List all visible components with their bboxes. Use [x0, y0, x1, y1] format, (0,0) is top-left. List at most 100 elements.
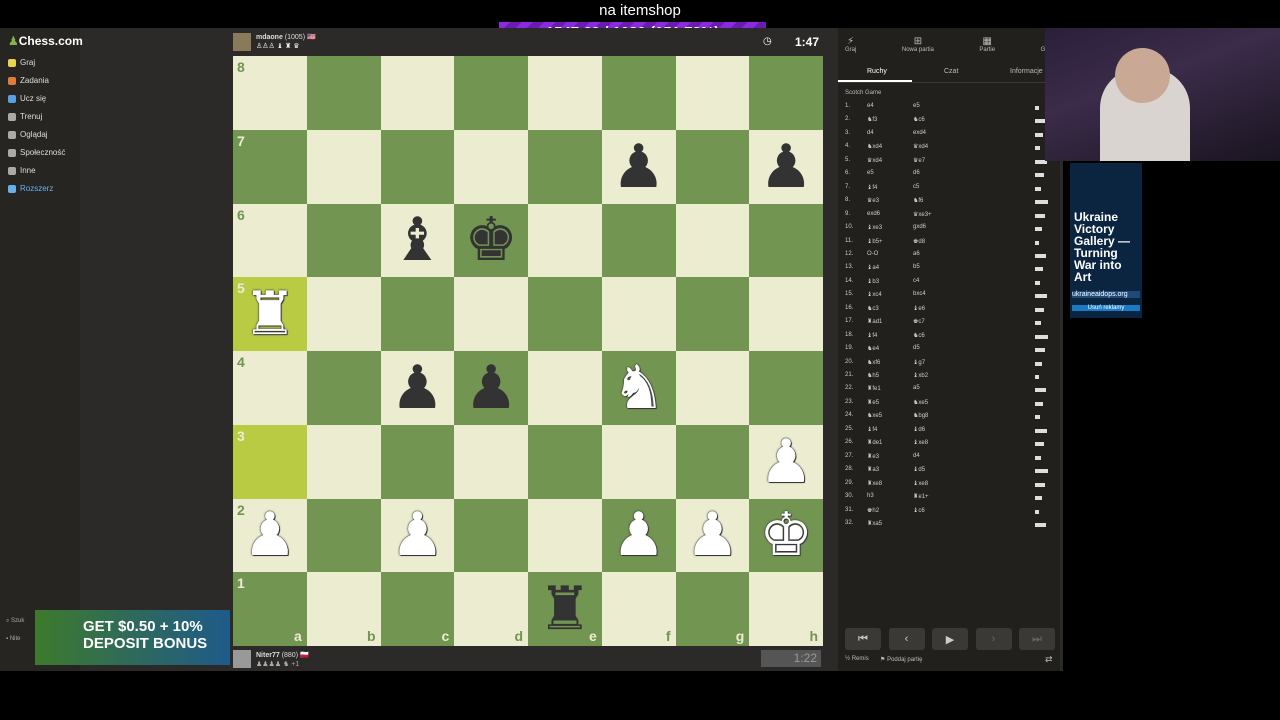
white-move[interactable]: e4: [867, 103, 913, 116]
square-g8[interactable]: [675, 56, 750, 130]
square-b8[interactable]: [306, 56, 381, 130]
square-f3[interactable]: [601, 424, 676, 499]
chess-logo[interactable]: ♟Chess.com: [8, 34, 83, 48]
white-move[interactable]: ♜de1: [867, 439, 913, 452]
square-g5[interactable]: [675, 277, 750, 351]
square-a8[interactable]: 8: [233, 56, 307, 130]
square-e8[interactable]: [528, 56, 602, 130]
tab-info[interactable]: Informacje: [1010, 68, 1043, 75]
sidebar-item-6[interactable]: Inne: [8, 166, 36, 175]
square-e1[interactable]: e ♜: [528, 572, 602, 646]
black-move[interactable]: ♝xe8: [913, 439, 959, 452]
white-move[interactable]: ♞h5: [867, 372, 913, 385]
sidebar-item-0[interactable]: Graj: [8, 58, 35, 67]
play-button[interactable]: ▶: [932, 628, 968, 650]
white-king-icon[interactable]: ♚: [759, 505, 813, 565]
black-move[interactable]: gxd6: [913, 224, 959, 237]
black-move[interactable]: exd4: [913, 130, 959, 143]
chess-board[interactable]: 8 7 ♟ ♟ 6 ♝ ♚ 5 ♜ 4 ♟ ♟ ♞ 3 ♟ 2 ♟ ♟ ♟ ♟ ♚ 1 a b c d e ♜ f g h: [233, 56, 823, 646]
black-move[interactable]: a5: [913, 385, 959, 398]
sidebar-item-1[interactable]: Zadania: [8, 76, 49, 85]
square-h7[interactable]: ♟: [749, 129, 823, 204]
square-d2[interactable]: [454, 498, 528, 573]
square-b5[interactable]: [306, 277, 381, 351]
black-move[interactable]: ♞c6: [913, 116, 959, 129]
sidebar-search[interactable]: ⌕ Szuk: [6, 618, 24, 625]
square-a3[interactable]: 3: [233, 424, 307, 499]
square-h6[interactable]: [749, 203, 823, 278]
black-move[interactable]: bxc4: [913, 291, 959, 304]
square-c8[interactable]: [380, 56, 455, 130]
white-move[interactable]: ♝b5+: [867, 238, 913, 251]
white-move[interactable]: ♞c3: [867, 305, 913, 318]
sidebar-item-4[interactable]: Oglądaj: [8, 130, 48, 139]
square-g7[interactable]: [675, 129, 750, 204]
white-move[interactable]: ♞xe5: [867, 412, 913, 425]
black-move[interactable]: e5: [913, 103, 959, 116]
square-d7[interactable]: [454, 129, 528, 204]
avatar[interactable]: [233, 33, 251, 51]
white-move[interactable]: ♝f4: [867, 332, 913, 345]
white-move[interactable]: exd6: [867, 211, 913, 224]
square-d5[interactable]: [454, 277, 528, 351]
white-move[interactable]: e5: [867, 170, 913, 183]
square-a5[interactable]: 5 ♜: [233, 277, 307, 351]
white-move[interactable]: ♜xa5: [867, 520, 913, 533]
black-pawn-icon[interactable]: ♟: [464, 358, 518, 418]
square-c1[interactable]: c: [380, 572, 455, 646]
tab-play[interactable]: ⚡ Graj: [845, 36, 856, 53]
square-e7[interactable]: [528, 129, 602, 204]
square-f4[interactable]: ♞: [601, 351, 676, 425]
white-move[interactable]: ♞xd4: [867, 143, 913, 156]
white-pawn-icon[interactable]: ♟: [759, 432, 813, 492]
white-move[interactable]: ♚h2: [867, 507, 913, 520]
bottom-player-name[interactable]: Niter77 (880) 🇵🇱: [256, 651, 309, 659]
white-move[interactable]: O-O: [867, 251, 913, 264]
square-f5[interactable]: [601, 277, 676, 351]
square-g3[interactable]: [675, 424, 750, 499]
white-move[interactable]: ♝f4: [867, 184, 913, 197]
sidebar-item-5[interactable]: Społeczność: [8, 148, 65, 157]
square-f1[interactable]: f: [601, 572, 676, 646]
black-move[interactable]: c4: [913, 278, 959, 291]
square-h5[interactable]: [749, 277, 823, 351]
white-move[interactable]: d4: [867, 130, 913, 143]
square-b6[interactable]: [306, 203, 381, 278]
white-move[interactable]: ♞f3: [867, 116, 913, 129]
square-f8[interactable]: [601, 56, 676, 130]
black-move[interactable]: ♝g7: [913, 359, 959, 372]
remove-ads-button[interactable]: Usuń reklamy: [1072, 305, 1140, 311]
tab-moves[interactable]: Ruchy: [867, 68, 887, 75]
square-f6[interactable]: [601, 203, 676, 278]
black-move[interactable]: ♝d6: [913, 426, 959, 439]
square-e2[interactable]: [528, 498, 602, 573]
last-move-button[interactable]: ⏭: [1019, 628, 1055, 650]
black-bishop-icon[interactable]: ♝: [390, 210, 444, 270]
black-move[interactable]: ♝e6: [913, 305, 959, 318]
white-move[interactable]: ♞xf6: [867, 359, 913, 372]
square-c6[interactable]: ♝: [380, 203, 455, 278]
black-move[interactable]: a6: [913, 251, 959, 264]
white-move[interactable]: ♛xd4: [867, 157, 913, 170]
white-move[interactable]: ♜fe1: [867, 385, 913, 398]
ad-url[interactable]: ukraineaidops.org: [1072, 291, 1140, 298]
white-pawn-icon[interactable]: ♟: [612, 505, 666, 565]
square-f2[interactable]: ♟: [601, 498, 676, 573]
sidebar-item-2[interactable]: Ucz się: [8, 94, 46, 103]
square-a1[interactable]: 1a: [233, 572, 307, 646]
square-c4[interactable]: ♟: [380, 351, 455, 425]
white-move[interactable]: ♝xe3: [867, 224, 913, 237]
black-move[interactable]: ♚d8: [913, 238, 959, 251]
square-a4[interactable]: 4: [233, 351, 307, 425]
square-g4[interactable]: [675, 351, 750, 425]
flip-board-icon[interactable]: ⇄: [1045, 654, 1053, 665]
square-a2[interactable]: 2 ♟: [233, 498, 307, 573]
black-pawn-icon[interactable]: ♟: [759, 137, 813, 197]
black-move[interactable]: d6: [913, 170, 959, 183]
black-move[interactable]: b5: [913, 264, 959, 277]
white-move[interactable]: ♝b3: [867, 278, 913, 291]
white-move[interactable]: ♝a4: [867, 264, 913, 277]
square-h2[interactable]: ♚: [749, 498, 823, 573]
black-move[interactable]: ♝c6: [913, 507, 959, 520]
white-move[interactable]: ♜e3: [867, 453, 913, 466]
